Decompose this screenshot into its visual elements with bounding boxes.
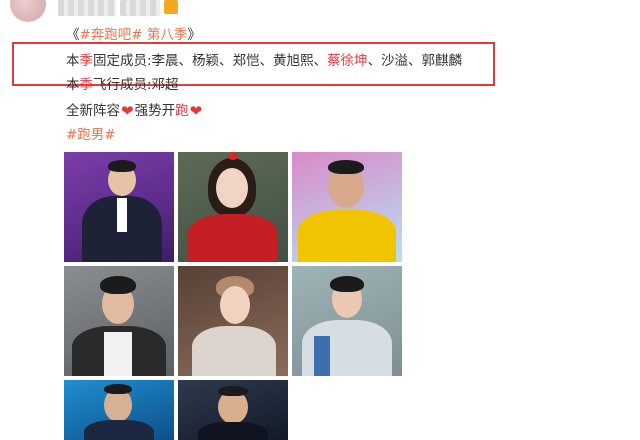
avatar[interactable] xyxy=(10,0,46,22)
strong-start-text: 强势开 xyxy=(134,103,176,119)
bracket-close: 》 xyxy=(187,27,201,43)
photo-angelababy[interactable] xyxy=(178,152,288,262)
run-word: 跑 xyxy=(175,103,189,119)
running-man-hashtag[interactable]: #跑男# xyxy=(66,127,116,143)
post-line-5: #跑男# xyxy=(66,126,116,144)
post-line-4: 全新阵容❤强势开跑❤ xyxy=(66,102,203,120)
topic-tag-link[interactable]: #奔跑吧# xyxy=(80,27,143,43)
photo-cai-xu-kun[interactable] xyxy=(178,266,288,376)
flying-member-label: 飞行成员:邓超 xyxy=(93,77,179,93)
new-lineup-text: 全新阵容 xyxy=(66,103,120,119)
line3-prefix: 本 xyxy=(66,77,80,93)
photo-zheng-kai[interactable] xyxy=(292,152,402,262)
heart-icon: ❤ xyxy=(121,102,134,120)
photo-guo-qi-lin[interactable] xyxy=(292,266,402,376)
blurred-username[interactable] xyxy=(58,0,116,16)
season-tag-link[interactable]: 第八季 xyxy=(147,27,188,43)
photo-li-chen[interactable] xyxy=(64,152,174,262)
vip-badge-icon xyxy=(164,0,178,14)
photo-huang-xu-xi[interactable] xyxy=(64,266,174,376)
photo-sha-yi[interactable] xyxy=(64,380,174,440)
post-line-3: 本季飞行成员:邓超 xyxy=(66,76,179,94)
heart-icon-2: ❤ xyxy=(189,102,203,120)
season-word-2: 季 xyxy=(79,77,94,93)
photo-deng-chao[interactable] xyxy=(178,380,288,440)
bracket-open: 《 xyxy=(66,27,80,43)
blurred-username-2 xyxy=(120,0,160,16)
